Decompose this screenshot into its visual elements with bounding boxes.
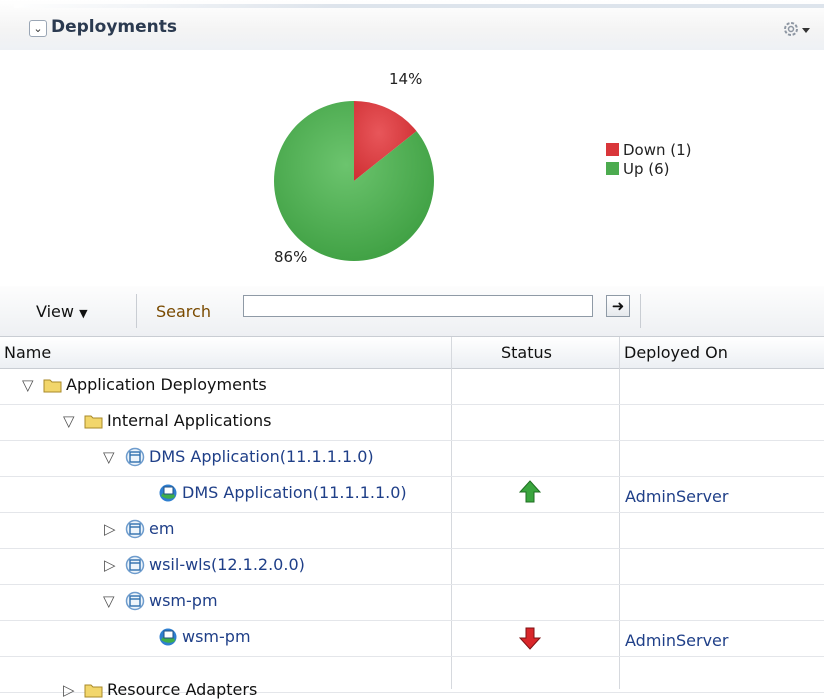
folder-icon	[84, 684, 103, 698]
column-header-name[interactable]: Name	[4, 343, 51, 362]
legend-swatch-up	[606, 162, 619, 175]
collapsed-triangle-icon[interactable]: ▷	[104, 520, 116, 538]
header-edge	[14, 4, 824, 8]
gear-menu-button[interactable]	[782, 20, 822, 40]
application-icon	[125, 555, 145, 575]
row-name-link[interactable]: wsm-pm	[149, 591, 218, 610]
table-row[interactable]: wsm-pm AdminServer	[0, 620, 824, 657]
table-row[interactable]: ▽ Application Deployments	[0, 368, 824, 405]
row-name: Internal Applications	[107, 411, 272, 430]
gear-icon	[784, 22, 798, 36]
legend-item-up: Up (6)	[606, 159, 692, 178]
deployed-on-link[interactable]: AdminServer	[625, 631, 728, 650]
chevron-down-icon: ⌄	[33, 22, 43, 35]
table-row[interactable]: ▽ wsm-pm	[0, 584, 824, 621]
pie-label-down: 14%	[389, 70, 423, 88]
row-name-link[interactable]: em	[149, 519, 174, 538]
application-icon	[125, 519, 145, 539]
table-row[interactable]: DMS Application(11.1.1.1.0) AdminServer	[0, 476, 824, 513]
table-row[interactable]: ▷ wsil-wls(12.1.2.0.0)	[0, 548, 824, 585]
expanded-triangle-icon[interactable]: ▽	[22, 376, 34, 394]
pie-label-up: 86%	[274, 248, 308, 266]
expanded-triangle-icon[interactable]: ▽	[103, 592, 115, 610]
column-header-deployed-on[interactable]: Deployed On	[624, 343, 728, 362]
view-menu-button[interactable]: View ▼	[36, 302, 88, 321]
row-name-link[interactable]: wsil-wls(12.1.2.0.0)	[149, 555, 305, 574]
legend-swatch-down	[606, 143, 619, 156]
view-menu-label: View	[36, 302, 74, 321]
caret-down-icon: ▼	[79, 307, 88, 320]
folder-icon	[84, 415, 103, 429]
table-row[interactable]: ▽ DMS Application(11.1.1.1.0)	[0, 440, 824, 477]
arrow-right-icon: ➜	[611, 297, 625, 315]
deployed-on-link[interactable]: AdminServer	[625, 487, 728, 506]
row-name: Resource Adapters	[107, 680, 258, 699]
collapse-button[interactable]: ⌄	[29, 20, 47, 37]
expanded-triangle-icon[interactable]: ▽	[63, 412, 75, 430]
search-label: Search	[156, 302, 211, 321]
column-header-status[interactable]: Status	[501, 343, 552, 362]
application-icon	[125, 447, 145, 467]
chart-legend: Down (1) Up (6)	[606, 140, 692, 178]
table-header: Name Status Deployed On	[0, 337, 824, 369]
toolbar-separator-2	[640, 294, 641, 328]
search-go-button[interactable]: ➜	[606, 295, 630, 317]
table-row[interactable]: ▷ em	[0, 512, 824, 549]
legend-label-down: Down (1)	[623, 140, 692, 159]
row-name: Application Deployments	[66, 375, 267, 394]
row-name-link[interactable]: DMS Application(11.1.1.1.0)	[149, 447, 374, 466]
application-instance-icon	[159, 628, 177, 646]
row-name-link[interactable]: wsm-pm	[182, 627, 251, 646]
toolbar-separator	[136, 294, 137, 328]
status-down-arrow-icon	[519, 627, 541, 650]
status-up-arrow-icon	[519, 480, 541, 503]
expanded-triangle-icon[interactable]: ▽	[103, 448, 115, 466]
legend-label-up: Up (6)	[623, 159, 670, 178]
collapsed-triangle-icon[interactable]: ▷	[104, 556, 116, 574]
table-row[interactable]: ▽ Internal Applications	[0, 404, 824, 441]
row-name-link[interactable]: DMS Application(11.1.1.1.0)	[182, 483, 407, 502]
panel-title: Deployments	[51, 17, 177, 37]
collapsed-triangle-icon[interactable]: ▷	[63, 681, 75, 699]
folder-icon	[43, 379, 62, 393]
search-input[interactable]	[243, 295, 593, 317]
table-row[interactable]: ▷ Resource Adapters	[0, 656, 824, 699]
panel-header: ⌄ Deployments	[0, 0, 824, 50]
legend-item-down: Down (1)	[606, 140, 692, 159]
application-instance-icon	[159, 484, 177, 502]
table-toolbar: View ▼ Search ➜	[0, 286, 824, 337]
application-icon	[125, 591, 145, 611]
dropdown-caret-icon	[802, 28, 810, 33]
